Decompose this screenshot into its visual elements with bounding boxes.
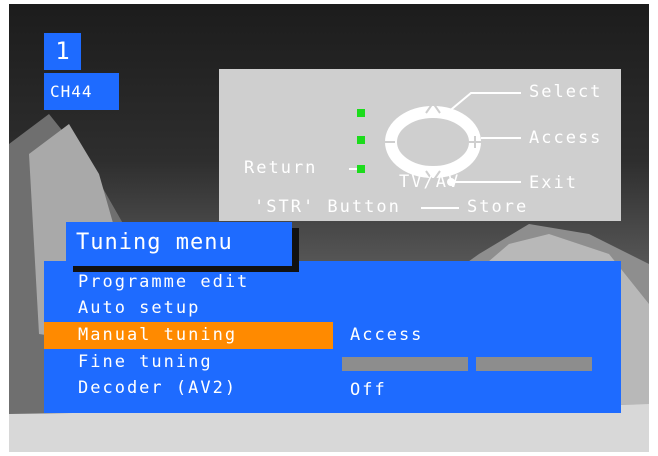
menu-item-label: Decoder (AV2) xyxy=(78,378,238,398)
menu-item-label: Programme edit xyxy=(78,272,250,292)
help-select-label: Select xyxy=(529,82,603,102)
decoder-value: Off xyxy=(350,380,387,400)
manual-tuning-value: Access xyxy=(350,325,424,345)
help-return-label: Return xyxy=(244,158,318,178)
help-panel: Select Access Return TV/AV Exit 'STR' Bu… xyxy=(219,69,621,221)
help-access-label: Access xyxy=(529,128,603,148)
channel-label: CH44 xyxy=(44,73,119,110)
indicator-square xyxy=(357,109,365,117)
tuning-menu: Programme edit Auto setup Manual tuning … xyxy=(44,261,621,413)
menu-title: Tuning menu xyxy=(66,222,292,266)
joystick-pad-icon xyxy=(385,106,481,178)
fine-tuning-bar-right[interactable] xyxy=(476,357,592,371)
help-tvav-label: TV/AV xyxy=(399,172,461,192)
fine-tuning-bar-left[interactable] xyxy=(342,357,468,371)
indicator-square xyxy=(357,136,365,144)
help-store-label: Store xyxy=(467,197,529,217)
menu-item-label: Auto setup xyxy=(78,298,201,318)
programme-number: 1 xyxy=(44,33,81,70)
help-str-button-label: 'STR' Button xyxy=(254,197,401,217)
menu-item-label: Fine tuning xyxy=(78,352,213,372)
menu-item-label: Manual tuning xyxy=(44,322,333,349)
indicator-square xyxy=(357,165,365,173)
tv-screen: 1 CH44 Select Access Return TV/AV Exit '… xyxy=(9,4,649,452)
help-exit-label: Exit xyxy=(529,173,578,193)
